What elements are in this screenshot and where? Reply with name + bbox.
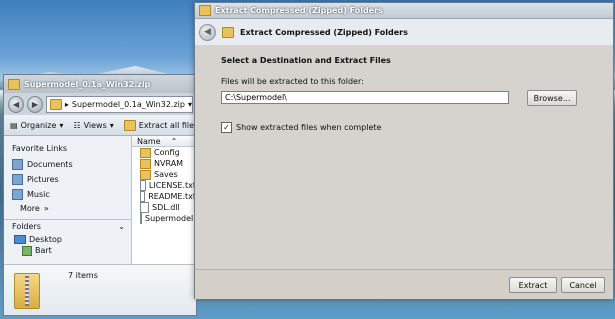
list-item[interactable]: Supermodel.e	[132, 213, 196, 224]
favorite-label: Pictures	[27, 175, 59, 184]
list-item[interactable]: README.txt	[132, 191, 196, 202]
extract-icon	[123, 119, 136, 131]
views-button[interactable]: ☷ Views ▾	[73, 121, 113, 130]
file-name: NVRAM	[154, 159, 184, 168]
double-chevron-icon: »	[43, 204, 49, 213]
favorite-music[interactable]: Music	[4, 187, 131, 202]
back-button[interactable]: ◀	[8, 95, 24, 113]
favorite-label: More	[20, 204, 40, 213]
chevron-down-icon: ▾	[59, 120, 64, 130]
show-files-label: Show extracted files when complete	[236, 123, 382, 132]
section-title: Select a Destination and Extract Files	[221, 56, 391, 65]
forward-button[interactable]: ▶	[26, 95, 43, 113]
list-item[interactable]: Saves	[132, 169, 196, 180]
organize-icon: ▤	[10, 120, 18, 130]
zip-folder-icon	[199, 5, 211, 16]
show-files-checkbox-row[interactable]: ✓ Show extracted files when complete	[221, 122, 381, 133]
favorite-pictures[interactable]: Pictures	[4, 172, 131, 187]
explorer-window: Supermodel_0.1a_Win32.zip ◀ ▶ ▸ Supermod…	[3, 74, 197, 316]
destination-label: Files will be extracted to this folder:	[221, 77, 364, 86]
favorite-documents[interactable]: Documents	[4, 157, 131, 172]
file-name: Supermodel.e	[145, 214, 196, 223]
folder-icon	[140, 158, 151, 169]
explorer-navbar: ◀ ▶ ▸ Supermodel_0.1a_Win32.zip ▾	[4, 93, 196, 115]
address-bar[interactable]: ▸ Supermodel_0.1a_Win32.zip ▾	[45, 95, 193, 113]
extract-dialog: Extract Compressed (Zipped) Folders ◀ Ex…	[194, 2, 614, 299]
zip-folder-large-icon	[14, 273, 40, 309]
documents-icon	[12, 159, 23, 170]
address-dropdown-icon[interactable]: ▾	[188, 100, 192, 109]
music-icon	[12, 189, 23, 200]
list-item[interactable]: LICENSE.txt	[132, 180, 196, 191]
list-item[interactable]: NVRAM	[132, 158, 196, 169]
user-icon	[22, 245, 32, 256]
sort-arrow-icon: ⌃	[170, 136, 178, 146]
cancel-button[interactable]: Cancel	[561, 277, 605, 293]
views-icon: ☷	[73, 120, 81, 130]
tree-item-bart[interactable]: Bart	[4, 245, 131, 256]
views-label: Views	[83, 120, 107, 130]
file-name: SDL.dll	[152, 203, 180, 212]
back-button[interactable]: ◀	[199, 23, 216, 41]
chevron-down-icon: ⌄	[118, 222, 125, 231]
show-files-checkbox[interactable]: ✓	[221, 122, 232, 133]
dialog-body: Select a Destination and Extract Files F…	[195, 45, 613, 269]
folder-tree: Desktop Bart	[4, 234, 131, 256]
list-item[interactable]: SDL.dll	[132, 202, 196, 213]
wizard-header: ◀ Extract Compressed (Zipped) Folders	[195, 19, 613, 45]
favorite-more[interactable]: More »	[4, 202, 131, 215]
file-list: Name ⌃ Config NVRAM Saves LICENSE.txt RE…	[132, 136, 196, 264]
folders-label: Folders	[12, 222, 41, 231]
wizard-title: Extract Compressed (Zipped) Folders	[240, 27, 408, 37]
column-name-label: Name	[137, 136, 161, 146]
list-item[interactable]: Config	[132, 147, 196, 158]
dialog-footer: Extract Cancel	[195, 269, 613, 299]
text-file-icon	[140, 191, 146, 202]
column-header-name[interactable]: Name ⌃	[132, 136, 196, 147]
browse-button[interactable]: Browse...	[527, 90, 577, 106]
explorer-titlebar[interactable]: Supermodel_0.1a_Win32.zip	[4, 75, 196, 93]
folders-header[interactable]: Folders ⌄	[4, 219, 131, 233]
zip-folder-icon	[8, 78, 20, 90]
favorite-label: Music	[27, 190, 50, 199]
text-file-icon	[140, 180, 146, 191]
desktop-icon	[14, 235, 26, 244]
chevron-down-icon: ▾	[109, 120, 114, 130]
dialog-title: Extract Compressed (Zipped) Folders	[215, 6, 383, 15]
navigation-pane: Favorite Links Documents Pictures Music …	[4, 136, 132, 264]
dialog-titlebar[interactable]: Extract Compressed (Zipped) Folders	[195, 3, 613, 19]
favorite-label: Documents	[27, 160, 73, 169]
exe-file-icon	[140, 213, 142, 224]
tree-label: Desktop	[29, 235, 62, 244]
extract-all-label: Extract all files	[138, 120, 196, 130]
address-zip-icon	[49, 98, 62, 110]
item-count: 7 items	[68, 271, 98, 280]
file-name: README.txt	[148, 192, 196, 201]
destination-path-input[interactable]	[221, 91, 509, 104]
zip-folder-icon	[222, 26, 234, 38]
file-name: LICENSE.txt	[148, 181, 196, 190]
folder-icon	[140, 169, 151, 180]
folder-icon	[140, 147, 151, 158]
address-chevron-icon: ▸	[64, 99, 69, 109]
organize-label: Organize	[20, 120, 57, 130]
details-pane: 7 items	[4, 264, 196, 315]
explorer-body: Favorite Links Documents Pictures Music …	[4, 136, 196, 264]
file-name: Config	[154, 148, 180, 157]
favorite-links-header: Favorite Links	[12, 144, 68, 153]
pictures-icon	[12, 174, 23, 185]
address-text: Supermodel_0.1a_Win32.zip	[71, 99, 185, 109]
explorer-toolbar: ▤ Organize ▾ ☷ Views ▾ Extract all files	[4, 115, 196, 136]
dll-file-icon	[140, 202, 149, 213]
tree-label: Bart	[35, 246, 52, 255]
file-name: Saves	[154, 170, 178, 179]
tree-item-desktop[interactable]: Desktop	[4, 234, 131, 245]
explorer-title: Supermodel_0.1a_Win32.zip	[24, 79, 151, 89]
organize-button[interactable]: ▤ Organize ▾	[10, 121, 63, 130]
extract-all-button[interactable]: Extract all files	[123, 119, 196, 131]
extract-button[interactable]: Extract	[509, 277, 557, 293]
